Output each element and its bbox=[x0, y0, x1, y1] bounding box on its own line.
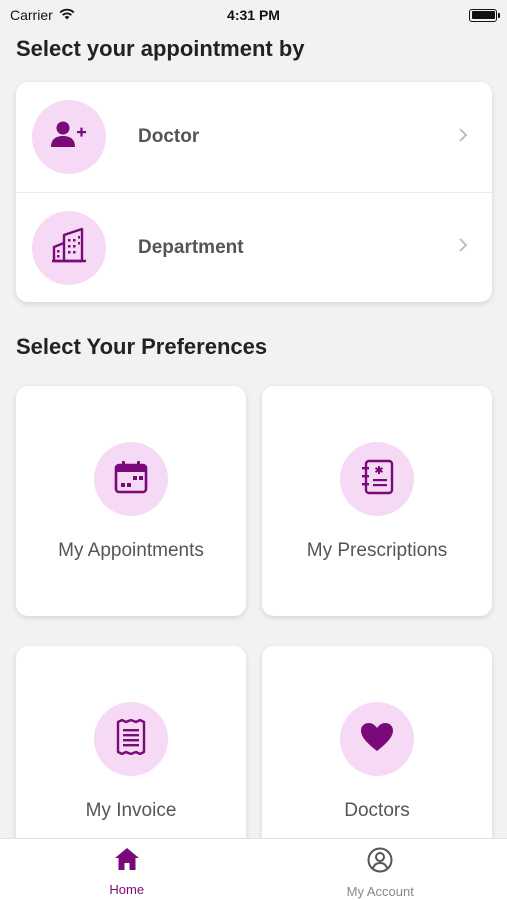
tab-home-label: Home bbox=[109, 882, 145, 897]
department-option-label: Department bbox=[138, 236, 244, 258]
doctor-option-label: Doctor bbox=[138, 126, 200, 147]
appointment-options-card: Doctor Department bbox=[16, 82, 492, 302]
chevron-right-icon bbox=[458, 237, 468, 258]
department-icon-circle bbox=[32, 210, 106, 285]
invoice-icon-circle bbox=[94, 702, 168, 776]
tab-my-account-label: My Account bbox=[346, 884, 414, 899]
status-time: 4:31 PM bbox=[227, 7, 280, 23]
battery-icon bbox=[469, 8, 500, 22]
my-prescriptions-label: My Prescriptions bbox=[306, 540, 448, 561]
my-appointments-tile[interactable]: My Appointments bbox=[16, 386, 246, 616]
account-icon bbox=[367, 847, 393, 878]
tab-bar: Home My Account bbox=[0, 838, 507, 900]
add-person-icon bbox=[50, 120, 88, 155]
doctor-option[interactable]: Doctor bbox=[16, 82, 492, 192]
building-icon bbox=[51, 227, 87, 268]
doctors-label: Doctors bbox=[344, 800, 410, 821]
home-icon bbox=[114, 847, 140, 876]
heart-icon bbox=[359, 721, 395, 758]
doctors-icon-circle bbox=[340, 702, 414, 776]
invoice-icon bbox=[114, 718, 148, 760]
prescriptions-icon-circle bbox=[340, 442, 414, 516]
carrier-label: Carrier bbox=[10, 7, 53, 23]
chevron-right-icon bbox=[458, 127, 468, 148]
my-invoice-label: My Invoice bbox=[85, 800, 177, 821]
status-bar: Carrier 4:31 PM bbox=[0, 0, 507, 30]
doctor-icon-circle bbox=[32, 100, 106, 174]
preferences-section-title: Select Your Preferences bbox=[16, 334, 268, 359]
my-appointments-label: My Appointments bbox=[58, 540, 204, 561]
my-prescriptions-tile[interactable]: My Prescriptions bbox=[262, 386, 492, 616]
tab-my-account[interactable]: My Account bbox=[254, 839, 507, 900]
department-option[interactable]: Department bbox=[16, 192, 492, 302]
tab-home[interactable]: Home bbox=[0, 839, 254, 900]
appointment-section-title: Select your appointment by bbox=[16, 36, 305, 61]
wifi-icon bbox=[59, 7, 75, 23]
prescription-icon bbox=[359, 459, 395, 500]
calendar-icon bbox=[113, 459, 149, 500]
appointments-icon-circle bbox=[94, 442, 168, 516]
status-left: Carrier bbox=[10, 7, 75, 23]
